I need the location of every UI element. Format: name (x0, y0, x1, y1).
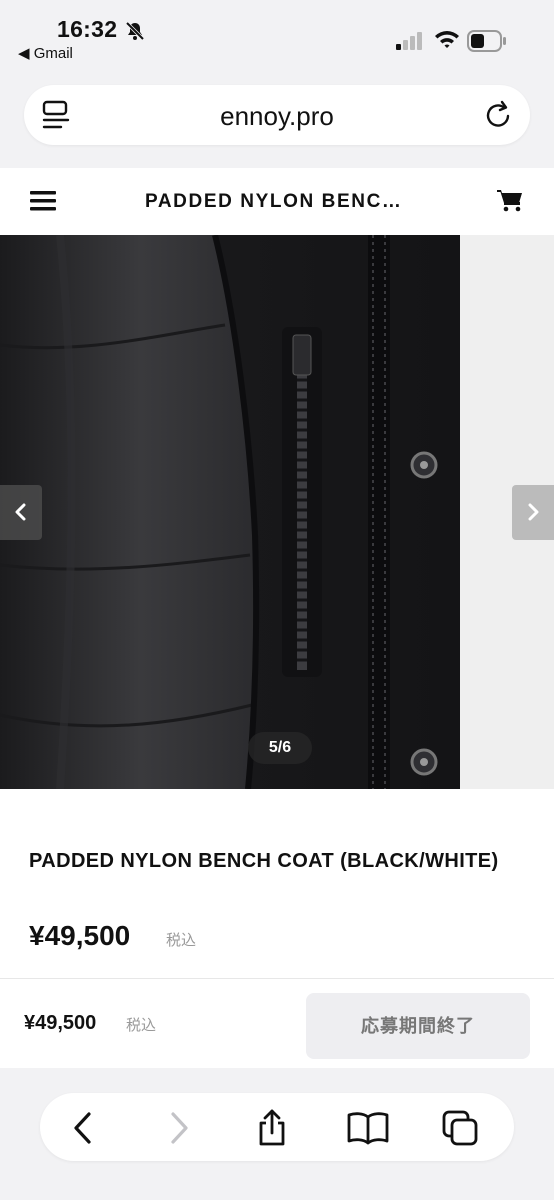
book-icon[interactable] (346, 1108, 389, 1148)
product-image-carousel[interactable]: 5/6 (0, 235, 554, 789)
chevron-left-icon (15, 503, 26, 521)
tabs-icon[interactable] (440, 1108, 480, 1148)
application-closed-button[interactable]: 応募期間終了 (306, 993, 530, 1059)
bar-tax-label: 税込 (126, 1017, 157, 1034)
toolbar-pill (40, 1093, 514, 1161)
purchase-bar: ¥49,500 税込 応募期間終了 (0, 978, 554, 1069)
status-time: 16:32 (57, 16, 118, 42)
tax-included-label: 税込 (166, 932, 197, 949)
product-photo (0, 235, 554, 789)
page-title: PADDED NYLON BENC… (145, 191, 403, 212)
share-icon[interactable] (252, 1108, 292, 1148)
battery-icon (467, 30, 507, 57)
previous-image-button[interactable] (0, 485, 42, 540)
back-icon[interactable] (64, 1108, 104, 1148)
reload-icon[interactable] (482, 99, 514, 136)
browser-top-chrome: 16:32 ◀ Gmail ennoy.pro (0, 0, 554, 168)
hamburger-menu-icon[interactable] (30, 190, 56, 217)
back-to-app-link[interactable]: ◀ Gmail (18, 44, 73, 62)
next-image-button[interactable] (512, 485, 554, 540)
bell-slash-icon (124, 20, 146, 47)
url-text: ennoy.pro (220, 101, 334, 131)
address-bar[interactable]: ennoy.pro (24, 85, 530, 145)
bar-price: ¥49,500 (24, 1012, 97, 1034)
product-name: PADDED NYLON BENCH COAT (BLACK/WHITE) (29, 850, 499, 872)
browser-bottom-toolbar (0, 1068, 554, 1200)
signal-icon (396, 32, 424, 55)
wifi-icon (434, 29, 460, 54)
forward-icon[interactable] (158, 1108, 198, 1148)
product-price: ¥49,500 (29, 920, 131, 951)
site-header: PADDED NYLON BENC… (0, 168, 554, 235)
cart-icon[interactable] (497, 188, 523, 217)
slide-counter: 5/6 (248, 732, 312, 764)
chevron-right-icon (528, 503, 539, 521)
